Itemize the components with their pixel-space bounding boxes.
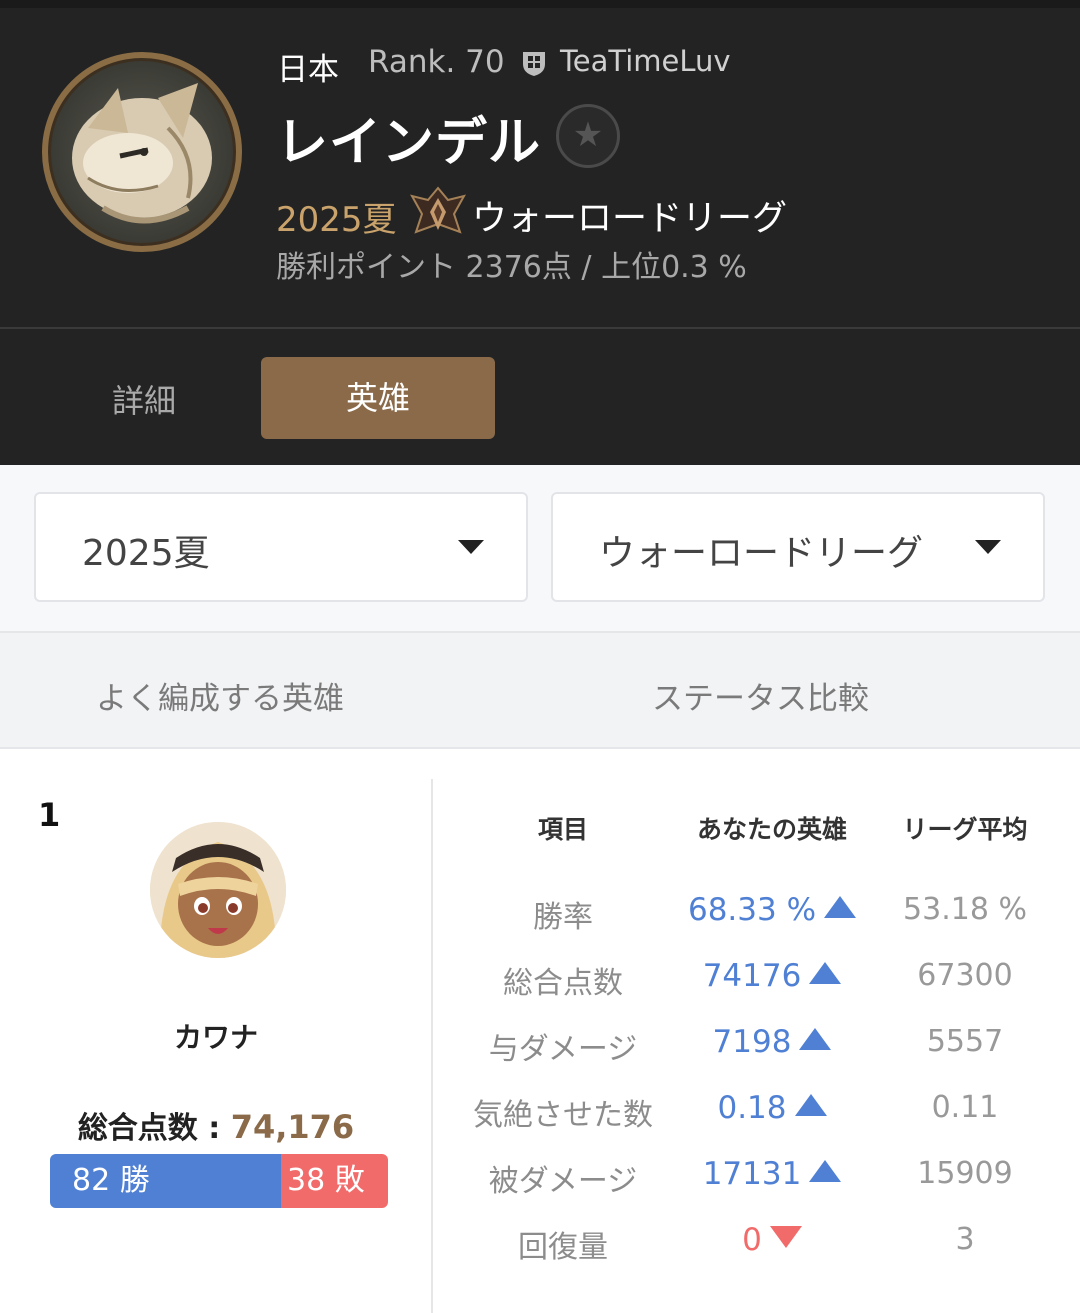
hero-rank: 1 bbox=[38, 796, 61, 834]
stat-label: 勝率 bbox=[533, 900, 593, 935]
hero-score-label: 総合点数 : bbox=[77, 1111, 231, 1146]
stat-league-avg: 5557 bbox=[926, 1024, 1004, 1059]
top-bar bbox=[0, 0, 1080, 8]
stats-header-league-avg: リーグ平均 bbox=[902, 815, 1028, 844]
trend-up-icon bbox=[799, 1028, 832, 1050]
stat-league-avg: 0.11 bbox=[931, 1090, 999, 1125]
trend-down-icon bbox=[769, 1226, 802, 1248]
stat-your-value: 7198 bbox=[672, 1024, 872, 1060]
stat-value-text: 0 bbox=[742, 1222, 762, 1258]
guild-name[interactable]: TeaTimeLuv bbox=[560, 44, 731, 78]
stat-value-text: 7198 bbox=[712, 1024, 792, 1060]
player-name: レインデル bbox=[276, 113, 542, 173]
subnav-status-compare[interactable]: ステータス比較 bbox=[652, 673, 869, 718]
caret-down-icon bbox=[975, 540, 1001, 554]
hero-name: カワナ bbox=[173, 1021, 258, 1054]
stat-label: 被ダメージ bbox=[488, 1164, 638, 1199]
subnav-bar: よく編成する英雄 ステータス比較 bbox=[0, 631, 1080, 749]
season-select-value: 2025夏 bbox=[82, 533, 210, 574]
league-select[interactable]: ウォーロードリーグ bbox=[551, 492, 1045, 602]
guild-crest-icon bbox=[523, 52, 545, 76]
stat-league-avg: 67300 bbox=[917, 958, 1013, 993]
stat-your-value: 17131 bbox=[672, 1156, 872, 1192]
trend-up-icon bbox=[794, 1094, 827, 1116]
tab-hero[interactable]: 英雄 bbox=[261, 357, 495, 439]
trend-up-icon bbox=[809, 962, 842, 984]
season-select[interactable]: 2025夏 bbox=[34, 492, 528, 602]
tab-detail[interactable]: 詳細 bbox=[112, 376, 176, 422]
stat-league-avg: 3 bbox=[955, 1222, 975, 1257]
player-rank: Rank. 70 bbox=[368, 44, 505, 80]
stat-your-value: 68.33 % bbox=[672, 892, 872, 928]
hero-portrait-icon bbox=[150, 822, 286, 958]
stats-header-your-hero: あなたの英雄 bbox=[696, 815, 847, 844]
hero-score-value: 74,176 bbox=[230, 1108, 355, 1146]
league-select-value: ウォーロードリーグ bbox=[599, 533, 924, 574]
trend-up-icon bbox=[809, 1160, 842, 1182]
season-label: 2025夏 bbox=[276, 200, 397, 240]
stat-your-value: 0.18 bbox=[672, 1090, 872, 1126]
league-name: ウォーロードリーグ bbox=[472, 199, 788, 239]
stat-label: 気絶させた数 bbox=[473, 1098, 653, 1133]
hero-portrait[interactable] bbox=[150, 822, 286, 958]
stat-league-avg: 53.18 % bbox=[903, 892, 1027, 927]
stat-value-text: 0.18 bbox=[717, 1090, 787, 1126]
subnav-frequent-heroes[interactable]: よく編成する英雄 bbox=[96, 673, 344, 718]
stat-value-text: 68.33 % bbox=[687, 892, 817, 928]
losses-segment: 38 敗 bbox=[281, 1154, 388, 1208]
stat-label: 回復量 bbox=[518, 1230, 608, 1265]
stat-value-text: 17131 bbox=[702, 1156, 802, 1192]
stats-header-item: 項目 bbox=[537, 815, 588, 844]
hero-total-score: 総合点数 : 74,176 bbox=[0, 1103, 432, 1147]
stat-label: 与ダメージ bbox=[488, 1032, 638, 1067]
stat-your-value: 0 bbox=[672, 1222, 872, 1258]
stat-label: 総合点数 bbox=[503, 966, 623, 1001]
player-region: 日本 bbox=[277, 52, 339, 88]
player-avatar[interactable] bbox=[42, 52, 242, 252]
stat-your-value: 74176 bbox=[672, 958, 872, 994]
favorite-button[interactable]: ★ bbox=[556, 104, 620, 168]
trend-up-icon bbox=[824, 896, 857, 918]
win-points: 勝利ポイント 2376点 / 上位0.3 % bbox=[276, 250, 747, 285]
dragon-avatar-icon bbox=[72, 83, 212, 224]
stat-league-avg: 15909 bbox=[917, 1156, 1013, 1191]
warlord-emblem-icon bbox=[410, 186, 466, 234]
caret-down-icon bbox=[458, 540, 484, 554]
stat-value-text: 74176 bbox=[702, 958, 802, 994]
star-icon: ★ bbox=[572, 115, 604, 155]
wins-segment: 82 勝 bbox=[50, 1154, 281, 1208]
win-loss-bar: 82 勝 38 敗 bbox=[50, 1154, 388, 1208]
